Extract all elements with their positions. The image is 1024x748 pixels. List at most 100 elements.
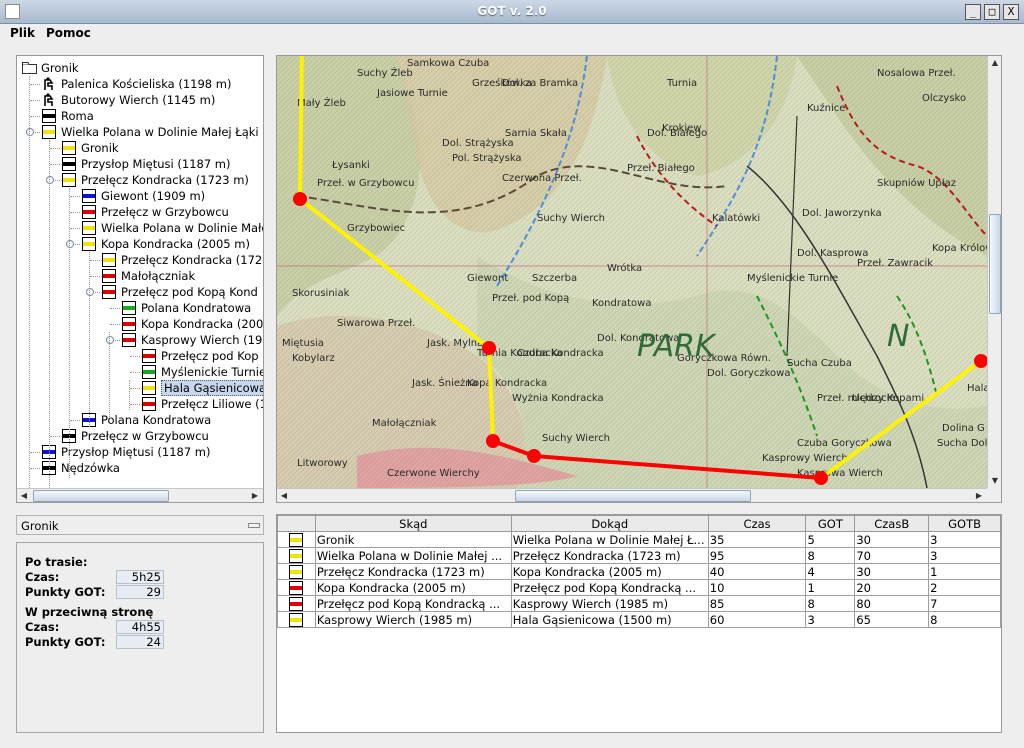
table-cell-got[interactable]: 4 [805, 563, 856, 580]
tree-node[interactable]: Polana Kondratowa [17, 300, 263, 316]
scroll-up-arrow-icon[interactable]: ▲ [988, 56, 1001, 70]
menu-plik[interactable]: Plik [10, 26, 35, 40]
route-waypoint[interactable] [486, 434, 500, 448]
tree-node[interactable]: Przysłop Miętusi (1187 m) [17, 444, 263, 460]
tree-node[interactable]: Kopa Kondracka (2005 m) [17, 236, 263, 252]
table-cell-to[interactable]: Kasprowy Wierch (1985 m) [510, 595, 709, 612]
table-cell-time-b[interactable]: 30 [854, 531, 930, 548]
map-hscroll-thumb[interactable] [515, 490, 751, 502]
table-row[interactable]: Przełęcz Kondracka (1723 m) Kopa Kondrack… [277, 563, 1001, 580]
table-row[interactable]: Wielka Polana w Dolinie Małej ... Przełęc… [277, 547, 1001, 564]
tree-node[interactable]: Przełęcz Kondracka (1723 [17, 252, 263, 268]
column-header-from[interactable]: Skąd [314, 515, 512, 532]
tree-node[interactable]: Przełęcz w Grzybowcu [17, 204, 263, 220]
table-cell-time-b[interactable]: 20 [854, 579, 930, 596]
topographic-map[interactable]: Mały Żleb Suchy Żleb Jasiowe Turnie Samkowa… [277, 56, 987, 488]
route-tree[interactable]: Gronik Palenica Kościeliska (1198 m) Butor… [16, 55, 264, 503]
table-cell-got[interactable]: 8 [805, 595, 856, 612]
table-cell-to[interactable]: Przełęcz pod Kopą Kondracką ... [510, 579, 709, 596]
column-header-to[interactable]: Dokąd [510, 515, 709, 532]
table-cell-got-b[interactable]: 8 [928, 611, 1001, 628]
tree-expand-handle-icon[interactable] [106, 336, 114, 344]
table-row[interactable]: Kasprowy Wierch (1985 m) Hala Gąsienicowa… [277, 611, 1001, 628]
table-cell-time[interactable]: 95 [707, 547, 807, 564]
start-point-combo[interactable]: Gronik [16, 515, 264, 535]
table-cell-got-b[interactable]: 7 [928, 595, 1001, 612]
table-cell-time-b[interactable]: 30 [854, 563, 930, 580]
column-header-got[interactable]: GOT [805, 515, 856, 532]
table-row[interactable]: Przełęcz pod Kopą Kondracką ... Kasprowy … [277, 595, 1001, 612]
route-waypoint[interactable] [814, 471, 828, 485]
table-cell-from[interactable]: Gronik [314, 531, 512, 548]
map-vertical-scrollbar[interactable]: ▲ ▼ [987, 56, 1001, 488]
tree-node[interactable]: Przysłop Miętusi (1187 m) [17, 156, 263, 172]
table-cell-time-b[interactable]: 80 [854, 595, 930, 612]
tree-node[interactable]: Gronik [17, 60, 263, 76]
column-header-time-b[interactable]: CzasB [854, 515, 930, 532]
route-table[interactable]: Skąd Dokąd Czas GOT CzasB GOTB Gronik Wie… [277, 515, 1001, 628]
map-horizontal-scrollbar[interactable]: ◀ ▶ [277, 488, 987, 502]
scroll-down-arrow-icon[interactable]: ▼ [988, 474, 1001, 488]
table-cell-from[interactable]: Przełęcz pod Kopą Kondracką ... [314, 595, 512, 612]
table-cell-time[interactable]: 60 [707, 611, 807, 628]
tree-node[interactable]: Butorowy Wierch (1145 m) [17, 92, 263, 108]
table-cell-time-b[interactable]: 65 [854, 611, 930, 628]
table-cell-time[interactable]: 40 [707, 563, 807, 580]
table-cell-time[interactable]: 10 [707, 579, 807, 596]
minimize-button[interactable]: _ [965, 4, 981, 20]
column-header-time[interactable]: Czas [707, 515, 807, 532]
tree-node[interactable]: Palenica Kościeliska (1198 m) [17, 76, 263, 92]
tree-node[interactable]: Myślenickie Turnie [17, 364, 263, 380]
table-cell-got-b[interactable]: 2 [928, 579, 1001, 596]
table-cell-time[interactable]: 35 [707, 531, 807, 548]
table-cell-from[interactable]: Kopa Kondracka (2005 m) [314, 579, 512, 596]
table-cell-got[interactable]: 8 [805, 547, 856, 564]
tree-node[interactable]: Giewont (1909 m) [17, 188, 263, 204]
tree-node[interactable]: Nędzówka [17, 460, 263, 476]
tree-expand-handle-icon[interactable] [66, 240, 74, 248]
route-waypoint[interactable] [293, 192, 307, 206]
table-cell-got-b[interactable]: 1 [928, 563, 1001, 580]
map-panel[interactable]: Mały Żleb Suchy Żleb Jasiowe Turnie Samkowa… [276, 55, 1002, 503]
table-row[interactable]: Gronik Wielka Polana w Dolinie Małej Ł...… [277, 531, 1001, 548]
scrollbar-thumb[interactable] [33, 490, 169, 502]
combo-arrow-icon[interactable] [248, 523, 260, 528]
map-scroll-left-arrow-icon[interactable]: ◀ [277, 489, 291, 502]
table-cell-to[interactable]: Kopa Kondracka (2005 m) [510, 563, 709, 580]
tree-node[interactable]: Kopa Kondracka (200 [17, 316, 263, 332]
route-waypoint[interactable] [527, 449, 541, 463]
tree-node[interactable]: Przełęcz Liliowe (1 [17, 396, 263, 412]
menu-pomoc[interactable]: Pomoc [46, 26, 91, 40]
map-scroll-right-arrow-icon[interactable]: ▶ [972, 489, 986, 502]
table-cell-from[interactable]: Przełęcz Kondracka (1723 m) [314, 563, 512, 580]
map-vscroll-thumb[interactable] [989, 214, 1001, 314]
table-cell-got[interactable]: 5 [805, 531, 856, 548]
tree-node[interactable]: Kasprowy Wierch (198 [17, 332, 263, 348]
tree-node[interactable]: Przełęcz Kondracka (1723 m) [17, 172, 263, 188]
route-waypoint[interactable] [482, 341, 496, 355]
table-cell-got-b[interactable]: 3 [928, 547, 1001, 564]
maximize-button[interactable]: □ [984, 4, 1000, 20]
table-cell-got[interactable]: 1 [805, 579, 856, 596]
tree-node[interactable]: Przełęcz pod Kopą Kond [17, 284, 263, 300]
tree-expand-handle-icon[interactable] [46, 176, 54, 184]
tree-node[interactable]: Przełęcz pod Kop [17, 348, 263, 364]
tree-node[interactable]: Hala Gąsienicowa [17, 380, 263, 396]
table-row[interactable]: Kopa Kondracka (2005 m) Przełęcz pod Kopą… [277, 579, 1001, 596]
table-cell-to[interactable]: Przełęcz Kondracka (1723 m) [510, 547, 709, 564]
scroll-right-arrow-icon[interactable]: ▶ [248, 489, 262, 502]
table-cell-from[interactable]: Kasprowy Wierch (1985 m) [314, 611, 512, 628]
table-cell-to[interactable]: Hala Gąsienicowa (1500 m) [510, 611, 709, 628]
table-cell-to[interactable]: Wielka Polana w Dolinie Małej Ł... [510, 531, 709, 548]
column-header-icon[interactable] [277, 515, 316, 532]
tree-expand-handle-icon[interactable] [26, 128, 34, 136]
tree-node[interactable]: Polana Kondratowa [17, 412, 263, 428]
table-cell-from[interactable]: Wielka Polana w Dolinie Małej ... [314, 547, 512, 564]
table-cell-time[interactable]: 85 [707, 595, 807, 612]
tree-node[interactable]: Roma [17, 108, 263, 124]
tree-node[interactable]: Wielka Polana w Dolinie Małej Łąki [17, 124, 263, 140]
tree-expand-handle-icon[interactable] [86, 288, 94, 296]
scroll-left-arrow-icon[interactable]: ◀ [17, 489, 31, 502]
table-cell-got[interactable]: 3 [805, 611, 856, 628]
close-button[interactable]: X [1003, 4, 1019, 20]
